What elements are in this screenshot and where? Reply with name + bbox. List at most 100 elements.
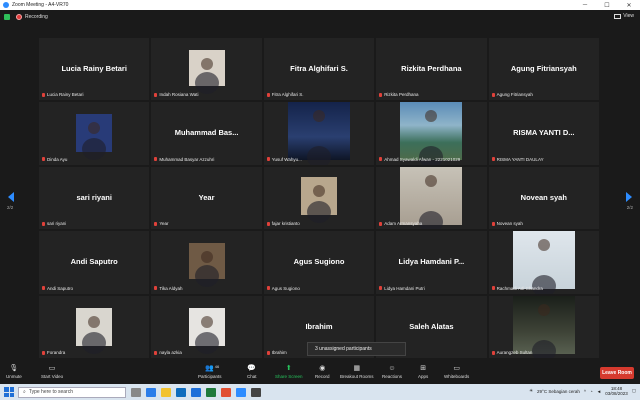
- system-tray: ☀ 29°C Sebagian cerah ^ ◔ ◄ 18:48 03/08/…: [529, 386, 636, 396]
- word-icon[interactable]: [191, 387, 201, 397]
- participant-tile[interactable]: Rachmadi Adi Chandra: [488, 231, 599, 294]
- share-screen-button[interactable]: ⬆ Share Screen: [275, 364, 303, 384]
- minimize-icon[interactable]: ─: [574, 2, 596, 8]
- apps-button[interactable]: ⊞ Apps: [418, 364, 428, 384]
- participant-name: Yusuf Wahyu...: [271, 156, 302, 162]
- participant-video: [188, 243, 225, 288]
- volume-icon[interactable]: ◄: [597, 389, 601, 394]
- participant-tile[interactable]: Adam Armansyaha: [376, 166, 487, 230]
- participant-name-label: Andi Saputro: [42, 286, 73, 291]
- person-body-icon: [194, 331, 219, 354]
- person-silhouette-icon: [312, 184, 325, 197]
- chat-label: Chat: [247, 374, 257, 379]
- file-explorer-icon[interactable]: [161, 387, 171, 397]
- participant-tile[interactable]: sari riyani sari riyani: [39, 166, 150, 230]
- participant-name: Rachmadi Adi Chandra: [496, 285, 543, 291]
- person-silhouette-icon: [312, 110, 325, 123]
- grid-view-icon: [614, 13, 622, 19]
- muted-mic-icon: [266, 92, 270, 97]
- windows-start-icon[interactable]: [4, 387, 14, 397]
- unmute-button[interactable]: 🎙 Unmute: [6, 364, 22, 384]
- participant-tile[interactable]: Dinda Ayu: [39, 102, 150, 165]
- participant-tile[interactable]: Novean syah Novean syah: [488, 166, 599, 230]
- record-button[interactable]: ◉ Record: [315, 364, 330, 384]
- participant-tile[interactable]: Agung Fitriansyah Agung Fitriansyah: [488, 38, 599, 101]
- tray-arrow-icon[interactable]: ^: [584, 389, 586, 394]
- participant-name: fajar kristianto: [271, 221, 300, 227]
- participant-tile[interactable]: Aurangzeb Sultan: [488, 295, 599, 358]
- reactions-button[interactable]: ☺ Reactions: [382, 364, 402, 384]
- participant-tile[interactable]: Indah Rosiana Wati: [151, 38, 262, 101]
- participant-name-label: Ibrahim: [266, 350, 287, 355]
- participant-tile[interactable]: Fitra Alghifari S. Fitra Alghifari S.: [263, 38, 375, 101]
- next-page-arrow-icon[interactable]: [626, 192, 632, 202]
- participant-tile[interactable]: Agus Sugiono Agus Sugiono: [263, 231, 375, 294]
- participant-display-name: Muhammad Bas...: [174, 128, 239, 138]
- chat-button[interactable]: 💬 Chat: [247, 364, 257, 384]
- participant-tile[interactable]: Year Year: [151, 166, 262, 230]
- participant-tile[interactable]: RISMA YANTI D... RISMA YANTI DAULAY: [488, 102, 599, 165]
- participant-tile[interactable]: Muhammad Bas... Muhammad Basyar Azzuhri: [151, 102, 262, 165]
- participant-tile[interactable]: Tika Aldyah: [151, 231, 262, 294]
- edge-icon[interactable]: [146, 387, 156, 397]
- participant-tile[interactable]: Andi Saputro Andi Saputro: [39, 231, 150, 294]
- muted-mic-icon: [154, 92, 158, 97]
- view-button[interactable]: View: [614, 13, 634, 19]
- participant-name-label: Lucia Rainy Betari: [42, 92, 84, 97]
- participant-name: Rizkita Perdhana: [384, 92, 419, 98]
- participant-tile[interactable]: Yusuf Wahyu...: [263, 102, 375, 165]
- app-icon[interactable]: [251, 387, 261, 397]
- participant-tile[interactable]: Lucia Rainy Betari Lucia Rainy Betari: [39, 38, 150, 101]
- task-view-icon[interactable]: [131, 387, 141, 397]
- participant-name: Novean syah: [496, 221, 523, 227]
- maximize-icon[interactable]: ☐: [596, 2, 618, 9]
- muted-mic-icon: [379, 157, 383, 162]
- shield-icon[interactable]: [4, 14, 10, 20]
- participant-video: [287, 102, 350, 165]
- whiteboards-button[interactable]: ▭ Whiteboards: [444, 364, 469, 384]
- participants-button[interactable]: 👥 46 Participants: [198, 364, 222, 384]
- weather-label[interactable]: 29°C Sebagian cerah: [537, 389, 580, 394]
- participant-tile[interactable]: Forandra: [39, 295, 150, 358]
- participant-tile[interactable]: Lidya Hamdani P... Lidya Hamdani Putri: [376, 231, 487, 294]
- chrome-icon[interactable]: [221, 387, 231, 397]
- participant-tile[interactable]: fajar kristianto: [263, 166, 375, 230]
- muted-mic-icon: [266, 350, 270, 355]
- muted-mic-icon: [154, 286, 158, 291]
- network-icon[interactable]: ◔: [590, 389, 593, 394]
- unassigned-participants-popup[interactable]: 3 unassigned participants: [307, 342, 406, 356]
- store-icon[interactable]: [176, 387, 186, 397]
- leave-room-button[interactable]: Leave Room: [600, 367, 634, 379]
- person-silhouette-icon: [200, 251, 213, 264]
- participant-tile[interactable]: Ahmad Syawaldi Afwan - 2221021029: [376, 102, 487, 165]
- breakout-rooms-button[interactable]: ▦ Breakout Rooms: [340, 364, 374, 384]
- participant-name-label: Indah Rosiana Wati: [154, 92, 199, 97]
- gallery-grid: Lucia Rainy Betari Lucia Rainy Betari Inda…: [39, 38, 599, 358]
- participant-tile[interactable]: Rizkita Perdhana Rizkita Perdhana: [376, 38, 487, 101]
- weather-icon: ☀: [529, 388, 534, 393]
- muted-mic-icon: [154, 350, 158, 355]
- muted-mic-icon: [379, 221, 383, 226]
- participant-name-label: RISMA YANTI DAULAY: [491, 156, 544, 162]
- clock[interactable]: 18:48 03/08/2023: [605, 386, 628, 396]
- participant-name-label: Rachmadi Adi Chandra: [491, 285, 543, 291]
- close-icon[interactable]: ✕: [618, 2, 640, 9]
- participant-name-label: Ahmad Syawaldi Afwan - 2221021029: [379, 157, 460, 162]
- participant-display-name: Fitra Alghifari S.: [290, 64, 348, 73]
- participant-tile[interactable]: nayla azkia: [151, 295, 262, 358]
- previous-page-arrow-icon[interactable]: [8, 192, 14, 202]
- person-body-icon: [82, 138, 107, 161]
- page-indicator-left: 2/2: [7, 205, 14, 210]
- participant-name-label: Rizkita Perdhana: [379, 92, 418, 97]
- participant-display-name: sari riyani: [76, 192, 112, 202]
- participant-name: RISMA YANTI DAULAY: [496, 156, 544, 162]
- muted-mic-icon: [379, 92, 383, 97]
- participant-name: Lidya Hamdani Putri: [384, 285, 425, 291]
- taskbar-search-input[interactable]: ⌕ Type here to search: [18, 386, 126, 398]
- start-video-button[interactable]: ▭ Start Video: [41, 364, 63, 384]
- zoom-taskbar-icon[interactable]: [236, 387, 246, 397]
- notification-icon[interactable]: ▢: [632, 388, 636, 394]
- excel-icon[interactable]: [206, 387, 216, 397]
- participant-video: [76, 114, 113, 161]
- participant-name: Adam Armansyaha: [384, 221, 423, 227]
